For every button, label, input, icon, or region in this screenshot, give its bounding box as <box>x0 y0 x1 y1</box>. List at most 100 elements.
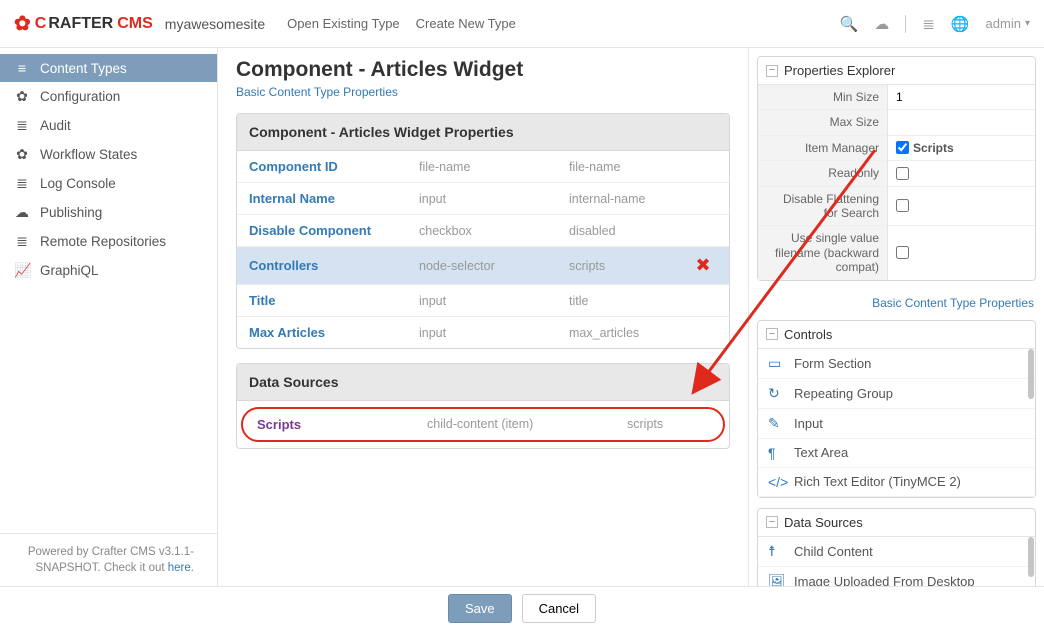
kv-single-value: Use single value filename (backward comp… <box>758 226 1035 279</box>
sidebar-item-label: Workflow States <box>40 147 137 162</box>
footer: Save Cancel <box>0 586 1044 630</box>
cloud-icon[interactable]: ☁ <box>874 15 889 33</box>
back-link[interactable]: Basic Content Type Properties <box>757 291 1036 310</box>
site-name: myawesomesite <box>165 16 265 32</box>
right-panel: − Properties Explorer Min Size Max Size … <box>748 48 1044 598</box>
prop-type: input <box>419 326 569 340</box>
data-sources-table: Data Sources Scripts child-content (item… <box>236 363 730 449</box>
repeat-icon: ↻ <box>768 385 784 402</box>
footer-link[interactable]: here <box>168 562 191 574</box>
collapse-icon[interactable]: − <box>766 328 778 340</box>
prop-name: Internal Name <box>249 191 419 206</box>
control-label: Rich Text Editor (TinyMCE 2) <box>794 474 961 489</box>
topbar-right: 🔍 ☁ ≣ 🌐 admin ▾ <box>840 15 1030 33</box>
control-textarea[interactable]: ¶ Text Area <box>758 439 1035 468</box>
cloud-icon: ☁ <box>14 204 30 221</box>
readonly-check[interactable] <box>896 167 909 180</box>
sidebar-item-graphiql[interactable]: 📈 GraphiQL <box>0 256 217 285</box>
kv-key: Disable Flattening for Search <box>758 187 888 226</box>
prop-field: title <box>569 294 689 308</box>
cancel-button[interactable]: Cancel <box>522 594 596 623</box>
sidebar-item-log[interactable]: ≣ Log Console <box>0 169 217 198</box>
page-title: Component - Articles Widget <box>236 58 730 82</box>
properties-explorer-header[interactable]: − Properties Explorer <box>758 57 1035 85</box>
data-sources-panel-header[interactable]: − Data Sources <box>758 509 1035 537</box>
logo-suffix: CMS <box>117 15 153 33</box>
ds-row-scripts[interactable]: Scripts child-content (item) scripts <box>241 407 725 442</box>
collapse-icon[interactable]: − <box>766 516 778 528</box>
prop-name: Controllers <box>249 258 419 273</box>
prop-row-component-id[interactable]: Component ID file-name file-name <box>237 151 729 183</box>
pencil-icon: ✎ <box>768 415 784 432</box>
min-size-input[interactable] <box>896 90 1027 104</box>
kv-key: Min Size <box>758 85 888 109</box>
child-icon: ☨ <box>768 543 784 560</box>
sidebar-item-label: Configuration <box>40 89 120 104</box>
user-menu[interactable]: admin ▾ <box>986 16 1030 31</box>
kv-readonly: Readonly <box>758 161 1035 186</box>
search-icon[interactable]: 🔍 <box>840 15 859 33</box>
sidebar-footer: Powered by Crafter CMS v3.1.1-SNAPSHOT. … <box>0 533 218 586</box>
sidebar-item-configuration[interactable]: ✿ Configuration <box>0 82 217 111</box>
panel-title: Controls <box>784 327 832 342</box>
control-rte[interactable]: </> Rich Text Editor (TinyMCE 2) <box>758 468 1035 497</box>
control-repeating-group[interactable]: ↻ Repeating Group <box>758 379 1035 409</box>
logo-letter: C <box>35 15 47 33</box>
control-input[interactable]: ✎ Input <box>758 409 1035 439</box>
kv-item-manager: Item Manager Scripts <box>758 136 1035 161</box>
sidebar-item-remote[interactable]: ≣ Remote Repositories <box>0 227 217 256</box>
kv-max-size: Max Size <box>758 110 1035 135</box>
list-icon: ≡ <box>14 60 30 76</box>
prop-row-controllers[interactable]: Controllers node-selector scripts ✖ <box>237 247 729 285</box>
control-label: Repeating Group <box>794 386 893 401</box>
controls-panel-header[interactable]: − Controls <box>758 321 1035 349</box>
prop-field: scripts <box>569 259 689 273</box>
collapse-icon[interactable]: − <box>766 65 778 77</box>
control-label: Form Section <box>794 356 871 371</box>
globe-icon[interactable]: 🌐 <box>951 15 970 33</box>
section-icon: ▭ <box>768 355 784 372</box>
prop-row-internal-name[interactable]: Internal Name input internal-name <box>237 183 729 215</box>
create-new-link[interactable]: Create New Type <box>416 16 516 31</box>
sidebar-item-label: Log Console <box>40 176 116 191</box>
open-existing-link[interactable]: Open Existing Type <box>287 16 400 31</box>
sidebar-item-label: Content Types <box>40 61 127 76</box>
sidebar: ≡ Content Types ✿ Configuration ≣ Audit … <box>0 48 218 598</box>
item-manager-check[interactable] <box>896 141 909 154</box>
sidebar-item-workflow[interactable]: ✿ Workflow States <box>0 140 217 169</box>
scrollbar[interactable] <box>1027 321 1035 497</box>
ds-child-content[interactable]: ☨ Child Content <box>758 537 1035 567</box>
kv-key: Item Manager <box>758 136 888 160</box>
control-form-section[interactable]: ▭ Form Section <box>758 349 1035 379</box>
control-label: Text Area <box>794 445 848 460</box>
list-icon: ≣ <box>14 117 30 134</box>
sidebar-item-publishing[interactable]: ☁ Publishing <box>0 198 217 227</box>
properties-header: Component - Articles Widget Properties <box>237 114 729 151</box>
kv-key: Readonly <box>758 161 888 185</box>
prop-name: Disable Component <box>249 223 419 238</box>
prop-row-max-articles[interactable]: Max Articles input max_articles <box>237 317 729 348</box>
sidebar-item-audit[interactable]: ≣ Audit <box>0 111 217 140</box>
prop-row-title[interactable]: Title input title <box>237 285 729 317</box>
panel-title: Data Sources <box>784 515 863 530</box>
chevron-down-icon: ▾ <box>1025 18 1030 29</box>
logo[interactable]: ✿ CRAFTERCMS <box>14 11 153 36</box>
ds-type: child-content (item) <box>427 417 627 432</box>
single-value-check[interactable] <box>896 246 909 259</box>
max-size-input[interactable] <box>896 116 1027 130</box>
save-button[interactable]: Save <box>448 594 512 623</box>
delete-icon[interactable]: ✖ <box>689 255 717 276</box>
user-label: admin <box>986 16 1021 31</box>
prop-type: file-name <box>419 160 569 174</box>
panel-title: Properties Explorer <box>784 63 895 78</box>
prop-row-disable[interactable]: Disable Component checkbox disabled <box>237 215 729 247</box>
scrollbar[interactable] <box>1027 509 1035 598</box>
sidebar-item-content-types[interactable]: ≡ Content Types <box>0 54 217 82</box>
kv-val: Scripts <box>913 141 954 155</box>
menu-icon[interactable]: ≣ <box>922 15 935 33</box>
breadcrumb[interactable]: Basic Content Type Properties <box>236 85 398 99</box>
top-links: Open Existing Type Create New Type <box>287 16 516 31</box>
paragraph-icon: ¶ <box>768 445 784 461</box>
flatten-check[interactable] <box>896 199 909 212</box>
prop-type: node-selector <box>419 259 569 273</box>
